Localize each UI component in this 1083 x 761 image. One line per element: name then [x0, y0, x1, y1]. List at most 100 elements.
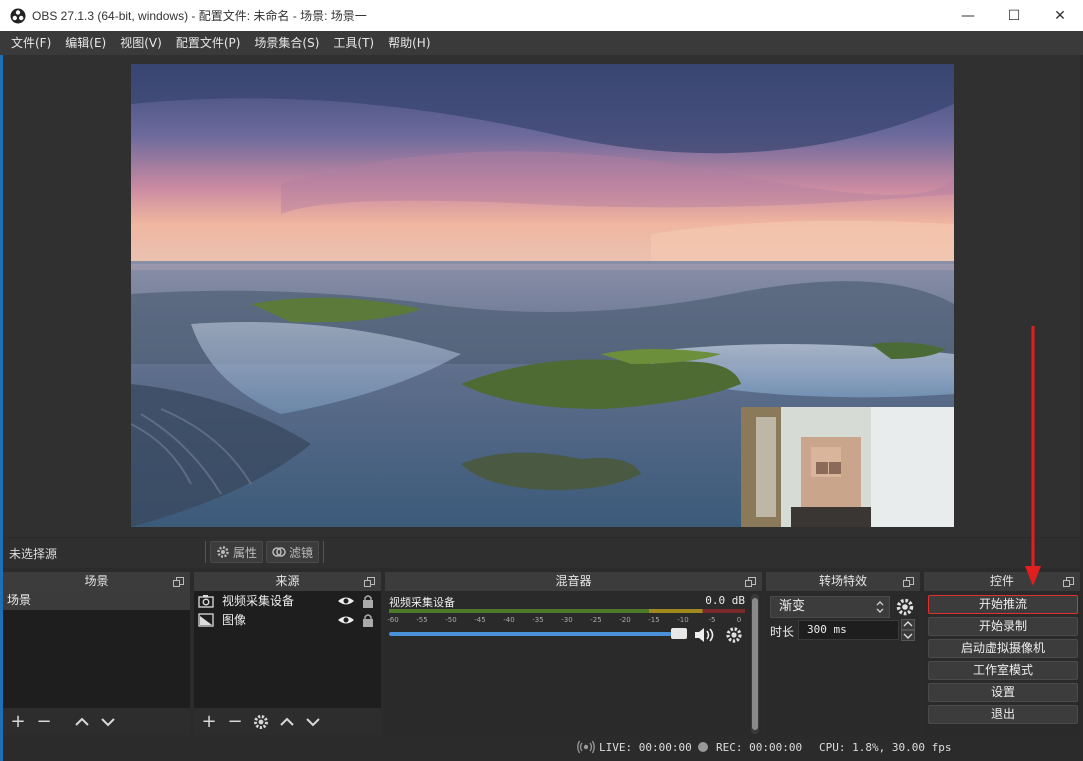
- start-streaming-button[interactable]: 开始推流: [928, 595, 1078, 614]
- mixer-settings-gear-icon[interactable]: [725, 626, 743, 644]
- scenes-dock-header: 场景: [3, 572, 190, 591]
- start-recording-button[interactable]: 开始录制: [928, 617, 1078, 636]
- updown-chevron-icon: [876, 601, 884, 613]
- undock-icon[interactable]: [364, 577, 375, 587]
- sources-list: 视频采集设备 图像 + −: [194, 591, 381, 735]
- source-item[interactable]: 图像: [194, 610, 381, 629]
- start-virtual-camera-button[interactable]: 启动虚拟摄像机: [928, 639, 1078, 658]
- meter-tick: -55: [416, 616, 428, 624]
- lock-icon[interactable]: [359, 594, 377, 608]
- annotation-arrow-icon: [1025, 326, 1041, 586]
- gear-icon: [217, 546, 229, 558]
- mixer-channel-name: 视频采集设备: [389, 596, 455, 609]
- minimize-button[interactable]: —: [945, 0, 991, 31]
- sources-footer: + −: [194, 708, 381, 735]
- duration-input[interactable]: 300 ms: [798, 620, 899, 640]
- transition-selected-value: 渐变: [779, 599, 806, 614]
- controls-dock-header: 控件: [924, 572, 1080, 591]
- add-icon[interactable]: +: [7, 711, 29, 733]
- live-status: LIVE: 00:00:00: [599, 741, 692, 754]
- meter-tick: -10: [677, 616, 689, 624]
- undock-icon[interactable]: [1063, 577, 1074, 587]
- menu-scene-collection[interactable]: 场景集合(S): [247, 31, 326, 55]
- remove-icon[interactable]: −: [224, 711, 246, 733]
- volume-meter: [389, 609, 745, 613]
- transition-select[interactable]: 渐变: [770, 596, 890, 618]
- scenes-footer: + −: [3, 708, 190, 735]
- duration-value: 300 ms: [807, 623, 847, 636]
- duration-spinner-icon[interactable]: [901, 619, 915, 641]
- studio-mode-button[interactable]: 工作室模式: [928, 661, 1078, 680]
- rec-status: REC: 00:00:00: [716, 741, 803, 754]
- meter-tick: -40: [503, 616, 515, 624]
- image-icon: [198, 612, 214, 627]
- source-item[interactable]: 视频采集设备: [194, 591, 381, 610]
- webcam-overlay[interactable]: [741, 407, 954, 527]
- exit-button[interactable]: 退出: [928, 705, 1078, 724]
- move-down-icon[interactable]: [302, 711, 324, 733]
- transitions-dock-title: 转场特效: [818, 574, 867, 588]
- filter-icon: [272, 547, 286, 557]
- close-button[interactable]: ✕: [1037, 0, 1083, 31]
- window-title: OBS 27.1.3 (64-bit, windows) - 配置文件: 未命名…: [32, 9, 367, 23]
- obs-logo-icon: [10, 8, 26, 23]
- menu-bar: 文件(F) 编辑(E) 视图(V) 配置文件(P) 场景集合(S) 工具(T) …: [0, 31, 1083, 55]
- move-up-icon[interactable]: [276, 711, 298, 733]
- meter-tick: -30: [561, 616, 573, 624]
- move-up-icon[interactable]: [71, 711, 93, 733]
- scenes-list: 场景 + −: [3, 591, 190, 735]
- toolbar-divider: [205, 541, 206, 563]
- controls-dock: 控件 开始推流 开始录制 启动虚拟摄像机 工作室模式 设置 退出: [924, 572, 1080, 735]
- menu-tools[interactable]: 工具(T): [326, 31, 381, 55]
- controls-dock-title: 控件: [989, 574, 1014, 588]
- sources-dock-header: 来源: [194, 572, 381, 591]
- no-source-label: 未选择源: [9, 547, 58, 561]
- volume-slider-track[interactable]: [389, 632, 681, 636]
- meter-tick: -5: [708, 616, 716, 624]
- mixer-dock: 混音器 视频采集设备 0.0 dB -60 -55 -50 -45 -40 -3…: [385, 572, 762, 735]
- menu-file[interactable]: 文件(F): [4, 31, 58, 55]
- properties-label: 属性: [233, 545, 258, 560]
- properties-button[interactable]: 属性: [210, 541, 264, 563]
- camera-icon: [198, 594, 214, 608]
- add-icon[interactable]: +: [198, 711, 220, 733]
- maximize-button[interactable]: ☐: [991, 0, 1037, 31]
- source-properties-gear-icon[interactable]: [250, 711, 272, 733]
- source-toolbar: 未选择源: [3, 538, 1080, 568]
- filters-button[interactable]: 滤镜: [266, 541, 320, 563]
- remove-icon[interactable]: −: [33, 711, 55, 733]
- speaker-icon[interactable]: [693, 626, 717, 644]
- menu-edit[interactable]: 编辑(E): [58, 31, 113, 55]
- visibility-eye-icon[interactable]: [337, 613, 355, 627]
- scene-item[interactable]: 场景: [3, 591, 190, 610]
- mixer-dock-title: 混音器: [555, 574, 592, 588]
- undock-icon[interactable]: [903, 577, 914, 587]
- transitions-dock: 转场特效 渐变 时长 300 ms: [766, 572, 920, 735]
- duration-label: 时长: [770, 625, 795, 639]
- transition-settings-gear-icon[interactable]: [895, 597, 915, 617]
- lock-icon[interactable]: [359, 613, 377, 627]
- status-bar: LIVE: 00:00:00 REC: 00:00:00 CPU: 1.8%, …: [3, 737, 1080, 758]
- settings-button[interactable]: 设置: [928, 683, 1078, 702]
- cpu-status: CPU: 1.8%, 30.00 fps: [819, 741, 952, 754]
- menu-profile[interactable]: 配置文件(P): [169, 31, 248, 55]
- toolbar-divider: [323, 541, 324, 563]
- mixer-scrollbar[interactable]: [751, 594, 759, 734]
- filters-label: 滤镜: [289, 545, 314, 560]
- meter-tick: -50: [445, 616, 457, 624]
- mixer-dock-header: 混音器: [385, 572, 762, 591]
- menu-help[interactable]: 帮助(H): [381, 31, 437, 55]
- transitions-dock-header: 转场特效: [766, 572, 920, 591]
- sources-dock: 来源 视频采集设备 图像 + −: [194, 572, 381, 735]
- undock-icon[interactable]: [173, 577, 184, 587]
- undock-icon[interactable]: [745, 577, 756, 587]
- volume-slider-handle[interactable]: [671, 628, 687, 639]
- source-name: 视频采集设备: [222, 594, 295, 608]
- sources-dock-title: 来源: [275, 574, 300, 588]
- record-dot-icon: [698, 742, 708, 752]
- move-down-icon[interactable]: [97, 711, 119, 733]
- menu-view[interactable]: 视图(V): [113, 31, 169, 55]
- title-bar: OBS 27.1.3 (64-bit, windows) - 配置文件: 未命名…: [0, 0, 1083, 31]
- source-name: 图像: [222, 613, 247, 627]
- visibility-eye-icon[interactable]: [337, 594, 355, 608]
